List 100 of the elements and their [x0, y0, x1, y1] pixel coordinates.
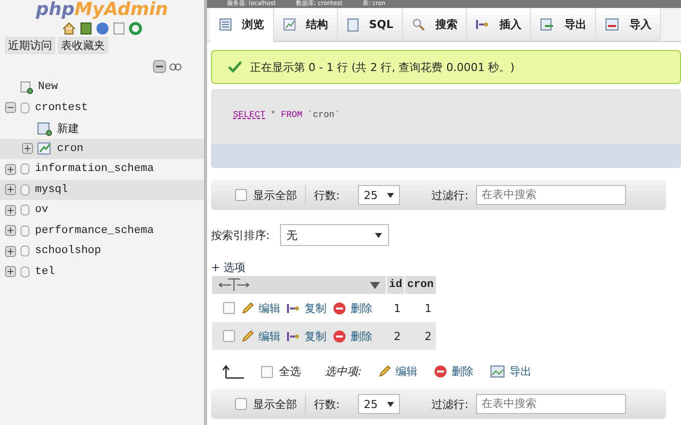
tab[interactable]: 浏览 [210, 8, 274, 42]
expand-toggle-icon[interactable] [5, 164, 16, 175]
tab[interactable]: 搜索 [403, 8, 468, 41]
edit-link[interactable]: 编辑 [240, 328, 280, 344]
database-icon [20, 163, 30, 176]
table-cell: 2 [386, 322, 405, 350]
database-icon [20, 245, 30, 258]
rows-label: 行数: [314, 396, 340, 412]
checkbox[interactable] [235, 189, 247, 201]
with-selected-label: 选中项: [325, 364, 362, 379]
expand-toggle-icon[interactable] [5, 246, 16, 257]
edit-link[interactable]: 编辑 [240, 300, 280, 316]
sort-label: 按索引排序: [211, 228, 270, 242]
table-cell: 1 [404, 294, 436, 322]
delete-link[interactable]: 删除 [434, 364, 474, 379]
filter-field[interactable]: 在表中搜索 [476, 185, 626, 205]
search-icon [412, 18, 426, 31]
delete-link[interactable]: 删除 [332, 328, 372, 344]
select-arrow-icon [221, 364, 245, 378]
table-icon [37, 141, 52, 156]
expand-toggle-icon[interactable] [5, 102, 16, 114]
options-link[interactable]: + 选项 [211, 260, 246, 275]
table-cell: 1 [386, 294, 405, 322]
tab[interactable]: 导出 [531, 8, 596, 41]
expand-toggle-icon[interactable] [5, 184, 16, 196]
home-icon[interactable] [62, 22, 76, 35]
expand-toggle-icon[interactable] [22, 143, 33, 154]
tree-item[interactable]: performance_schema [0, 220, 204, 241]
copy-link[interactable]: 复制 [286, 300, 326, 316]
insert-icon [286, 330, 300, 342]
rows-dropdown[interactable]: 25 [358, 185, 400, 205]
tree-item[interactable]: schoolshop [0, 241, 204, 262]
expand-toggle-icon[interactable] [5, 266, 16, 278]
pencil-icon [240, 330, 254, 342]
insert-icon [476, 18, 490, 31]
select-all-label[interactable]: 全选 [279, 364, 301, 379]
filter-label: 过滤行: [432, 188, 468, 202]
export-link[interactable]: 导出 [490, 364, 532, 379]
export-icon [540, 18, 554, 31]
tab[interactable]: 插入 [467, 8, 532, 41]
expand-toggle-icon[interactable] [5, 225, 16, 236]
new-item-icon [37, 120, 52, 136]
rows-label: 行数: [314, 188, 340, 202]
copy-link[interactable]: 复制 [286, 328, 326, 344]
database-icon [20, 224, 30, 237]
tree-item[interactable]: ov [0, 200, 204, 220]
filter-field[interactable]: 在表中搜索 [476, 394, 626, 414]
dropdown-arrow-icon [386, 192, 394, 198]
show-all-label[interactable]: 显示全部 [253, 188, 297, 202]
show-all-label[interactable]: 显示全部 [253, 396, 297, 412]
chart-icon [283, 18, 296, 31]
tree-item[interactable]: tel [0, 262, 204, 282]
database-icon [20, 204, 30, 216]
link-icon[interactable] [169, 62, 182, 70]
delete-icon [332, 330, 346, 342]
sidebar-tab[interactable]: 表收藏夹 [58, 37, 108, 54]
logo[interactable]: phpMyAdmin [0, 0, 204, 20]
tab[interactable]: 结构 [274, 8, 338, 41]
checkbox[interactable] [261, 366, 273, 378]
pencil-icon [240, 302, 254, 314]
tree-item[interactable]: New [0, 77, 204, 98]
rows-dropdown[interactable]: 25 [358, 394, 400, 414]
dropdown-arrow-icon[interactable] [370, 282, 380, 288]
dropdown-arrow-icon [386, 402, 394, 406]
import-icon [605, 18, 620, 31]
database-icon [20, 266, 30, 278]
checkbox[interactable] [235, 398, 247, 410]
column-header[interactable]: id [386, 276, 405, 294]
delete-icon [332, 302, 346, 314]
sort-dropdown[interactable]: 无 [280, 224, 389, 246]
message-text: 正在显示第 0 - 1 行 (共 2 行, 查询花费 0.0001 秒。) [250, 60, 514, 74]
tree-item[interactable]: information_schema [0, 159, 204, 180]
row-checkbox[interactable] [222, 302, 234, 314]
insert-icon [286, 302, 300, 314]
row-checkbox[interactable] [222, 330, 234, 342]
document-icon [347, 18, 359, 32]
pencil-icon [378, 365, 391, 378]
delete-icon [434, 365, 447, 378]
expand-toggle-icon[interactable] [5, 204, 16, 216]
list-icon [219, 18, 232, 31]
collapse-all-icon[interactable] [153, 60, 166, 73]
tab[interactable]: SQL [338, 8, 404, 41]
tree-item[interactable]: cron [0, 138, 204, 159]
export-icon [490, 365, 505, 378]
new-item-icon [20, 80, 33, 94]
tab[interactable]: 导入 [596, 8, 662, 41]
tree-item[interactable]: mysql [0, 180, 204, 200]
document-icon[interactable] [113, 22, 125, 35]
database-icon [20, 184, 30, 196]
checkmark-icon [228, 61, 242, 73]
sidebar-tab[interactable]: 近期访问 [5, 37, 55, 54]
sql-query: SELECT * FROM `cron` [211, 89, 681, 144]
filter-label: 过滤行: [432, 396, 468, 412]
dropdown-arrow-icon [374, 232, 382, 238]
tree-item[interactable]: crontest [0, 98, 204, 118]
tree-item[interactable]: 新建 [0, 118, 204, 138]
table-cell: 2 [404, 322, 436, 350]
edit-link[interactable]: 编辑 [378, 364, 418, 379]
delete-link[interactable]: 删除 [332, 300, 372, 316]
column-header[interactable]: cron [404, 276, 436, 294]
